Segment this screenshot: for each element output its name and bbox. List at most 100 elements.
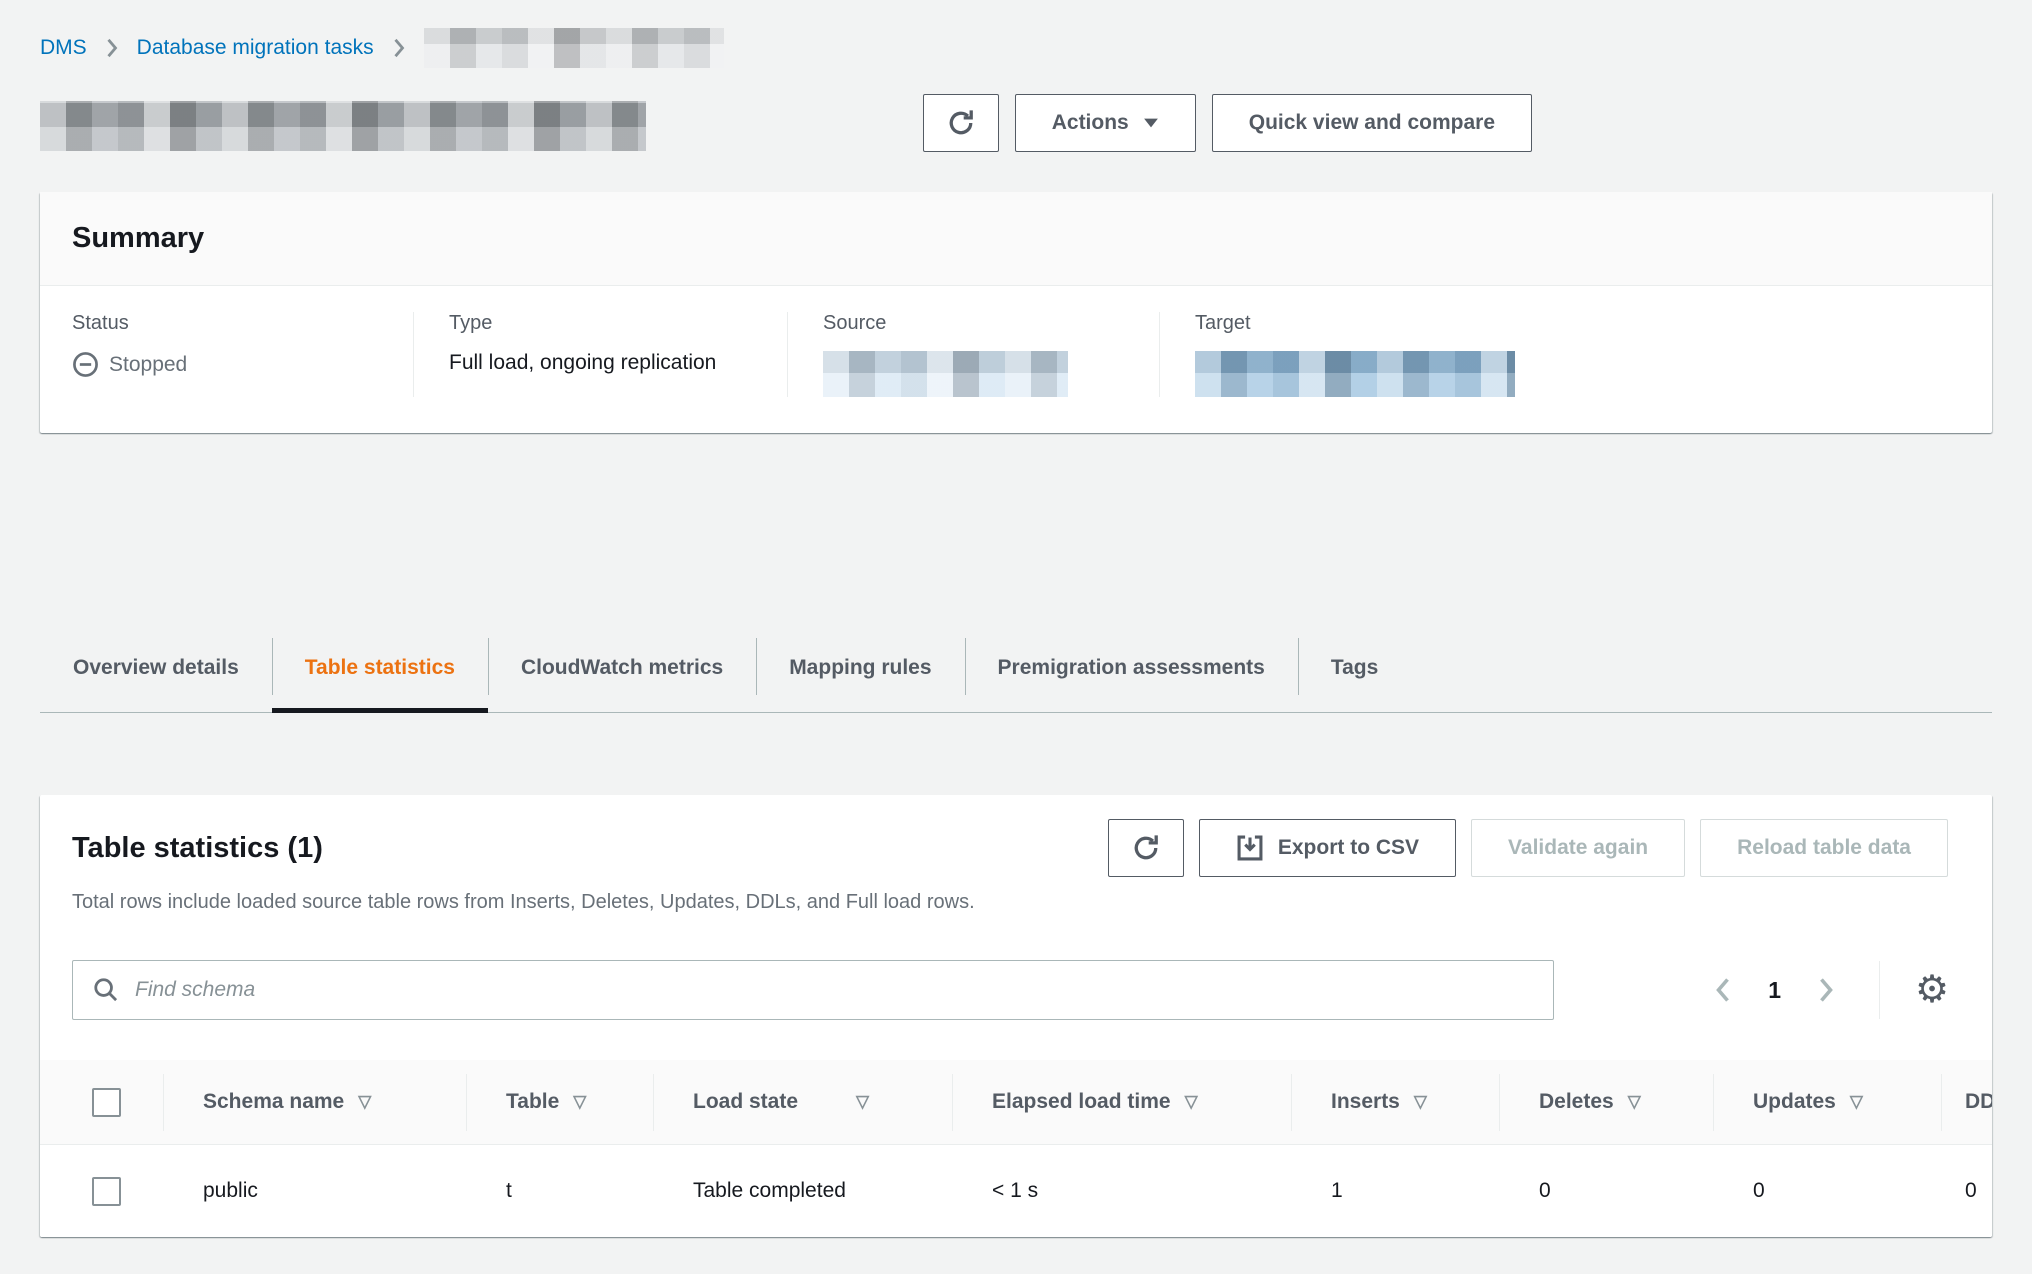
table-header-row: Schema name ▽ Table ▽ Load state ▽ Elaps… bbox=[40, 1060, 1992, 1145]
type-label: Type bbox=[449, 312, 787, 335]
actions-button[interactable]: Actions bbox=[1015, 94, 1196, 152]
chevron-right-icon bbox=[105, 36, 119, 60]
quick-view-and-compare-button[interactable]: Quick view and compare bbox=[1212, 94, 1532, 152]
cell-elapsed-load-time: < 1 s bbox=[952, 1145, 1291, 1237]
tab-cloudwatch-metrics[interactable]: CloudWatch metrics bbox=[488, 623, 756, 712]
source-endpoint-link-redacted[interactable] bbox=[823, 351, 1068, 397]
search-icon bbox=[92, 976, 120, 1004]
column-header-table[interactable]: Table ▽ bbox=[466, 1060, 653, 1144]
cell-updates: 0 bbox=[1713, 1145, 1941, 1237]
breadcrumb-current-redacted bbox=[424, 28, 724, 68]
cell-load-state: Table completed bbox=[653, 1145, 952, 1237]
target-label: Target bbox=[1195, 312, 1960, 335]
column-header-updates[interactable]: Updates ▽ bbox=[1713, 1060, 1941, 1144]
cell-deletes: 0 bbox=[1499, 1145, 1713, 1237]
column-header-deletes[interactable]: Deletes ▽ bbox=[1499, 1060, 1713, 1144]
validate-button-label: Validate again bbox=[1508, 836, 1648, 860]
validate-again-button[interactable]: Validate again bbox=[1471, 819, 1685, 877]
summary-field-source: Source bbox=[787, 312, 1159, 397]
table-refresh-button[interactable] bbox=[1108, 819, 1184, 877]
pagination-divider bbox=[1879, 961, 1880, 1019]
export-to-csv-button[interactable]: Export to CSV bbox=[1199, 819, 1456, 877]
column-header-inserts[interactable]: Inserts ▽ bbox=[1291, 1060, 1499, 1144]
reload-table-data-button[interactable]: Reload table data bbox=[1700, 819, 1948, 877]
source-label: Source bbox=[823, 312, 1159, 335]
page-number-1[interactable]: 1 bbox=[1746, 977, 1803, 1004]
column-header-elapsed-load-time[interactable]: Elapsed load time ▽ bbox=[952, 1060, 1291, 1144]
schema-name-header-label: Schema name bbox=[203, 1090, 344, 1114]
summary-title: Summary bbox=[72, 222, 1960, 255]
sort-icon: ▽ bbox=[573, 1092, 586, 1112]
column-header-load-state[interactable]: Load state ▽ bbox=[653, 1060, 952, 1144]
tab-tags[interactable]: Tags bbox=[1298, 623, 1411, 712]
cell-table: t bbox=[466, 1145, 653, 1237]
type-value: Full load, ongoing replication bbox=[449, 351, 787, 375]
status-text: Stopped bbox=[109, 353, 187, 377]
table-statistics-table: Schema name ▽ Table ▽ Load state ▽ Elaps… bbox=[40, 1060, 1992, 1237]
export-button-label: Export to CSV bbox=[1278, 836, 1419, 860]
select-all-cell bbox=[40, 1060, 163, 1144]
column-header-schema-name[interactable]: Schema name ▽ bbox=[163, 1060, 466, 1144]
sort-icon: ▽ bbox=[1850, 1092, 1863, 1112]
table-toolbar: 1 ⚙ bbox=[40, 960, 1992, 1020]
row-select-cell bbox=[40, 1145, 163, 1237]
cell-schema-name: public bbox=[163, 1145, 466, 1237]
reload-button-label: Reload table data bbox=[1737, 836, 1911, 860]
sort-icon: ▽ bbox=[1414, 1092, 1427, 1112]
summary-field-status: Status Stopped bbox=[72, 312, 413, 397]
row-checkbox[interactable] bbox=[92, 1177, 121, 1206]
table-statistics-header: Table statistics (1) Expor bbox=[40, 795, 1992, 877]
load-state-header-label: Load state bbox=[693, 1090, 798, 1114]
task-name-redacted bbox=[40, 101, 646, 151]
settings-gear-icon[interactable]: ⚙ bbox=[1904, 962, 1960, 1018]
table-header-label: Table bbox=[506, 1090, 559, 1114]
ddls-header-label: DDLs bbox=[1965, 1090, 1992, 1114]
task-detail-tabs: Overview details Table statistics CloudW… bbox=[40, 623, 1992, 713]
download-icon bbox=[1236, 834, 1264, 862]
pagination: 1 ⚙ bbox=[1700, 961, 1960, 1019]
status-value: Stopped bbox=[72, 351, 413, 378]
sort-icon: ▽ bbox=[1628, 1092, 1641, 1112]
target-endpoint-link-redacted[interactable] bbox=[1195, 351, 1515, 397]
summary-card-header: Summary bbox=[40, 192, 1992, 286]
sort-icon: ▽ bbox=[856, 1092, 869, 1112]
header-actions: Actions Quick view and compare bbox=[923, 94, 1532, 152]
tab-overview-details[interactable]: Overview details bbox=[40, 623, 272, 712]
refresh-button[interactable] bbox=[923, 94, 999, 152]
sort-icon: ▽ bbox=[358, 1092, 371, 1112]
tab-table-statistics[interactable]: Table statistics bbox=[272, 623, 488, 712]
summary-field-type: Type Full load, ongoing replication bbox=[413, 312, 787, 397]
column-header-ddls[interactable]: DDLs bbox=[1941, 1060, 1992, 1144]
dms-task-page: DMS Database migration tasks Actions bbox=[0, 0, 2032, 1237]
table-statistics-title: Table statistics (1) bbox=[72, 832, 323, 865]
summary-body: Status Stopped Type Full load, ongoing r… bbox=[40, 286, 1992, 433]
table-row: public t Table completed < 1 s 1 0 0 0 bbox=[40, 1145, 1992, 1237]
caret-down-icon bbox=[1143, 118, 1159, 128]
quick-view-button-label: Quick view and compare bbox=[1249, 111, 1495, 135]
table-statistics-description: Total rows include loaded source table r… bbox=[40, 891, 1992, 914]
next-page-button[interactable] bbox=[1803, 967, 1849, 1013]
sort-icon: ▽ bbox=[1185, 1092, 1198, 1112]
tab-premigration-assessments[interactable]: Premigration assessments bbox=[965, 623, 1298, 712]
actions-button-label: Actions bbox=[1052, 111, 1129, 135]
previous-page-button[interactable] bbox=[1700, 967, 1746, 1013]
select-all-checkbox[interactable] bbox=[92, 1088, 121, 1117]
page-header: Actions Quick view and compare bbox=[40, 94, 1992, 152]
find-schema-input[interactable] bbox=[72, 960, 1554, 1020]
cell-inserts: 1 bbox=[1291, 1145, 1499, 1237]
summary-field-target: Target bbox=[1159, 312, 1960, 397]
schema-search bbox=[72, 960, 1554, 1020]
chevron-right-icon bbox=[392, 36, 406, 60]
refresh-icon bbox=[1131, 833, 1161, 863]
stopped-circle-minus-icon bbox=[72, 351, 99, 378]
status-label: Status bbox=[72, 312, 413, 335]
breadcrumb: DMS Database migration tasks bbox=[40, 0, 1992, 68]
breadcrumb-link-migration-tasks[interactable]: Database migration tasks bbox=[137, 36, 374, 60]
cell-ddls: 0 bbox=[1941, 1145, 1992, 1237]
table-statistics-card: Table statistics (1) Expor bbox=[40, 795, 1992, 1237]
breadcrumb-link-dms[interactable]: DMS bbox=[40, 36, 87, 60]
tab-mapping-rules[interactable]: Mapping rules bbox=[756, 623, 964, 712]
elapsed-header-label: Elapsed load time bbox=[992, 1090, 1171, 1114]
deletes-header-label: Deletes bbox=[1539, 1090, 1614, 1114]
summary-card: Summary Status Stopped Type Full load, o… bbox=[40, 192, 1992, 433]
